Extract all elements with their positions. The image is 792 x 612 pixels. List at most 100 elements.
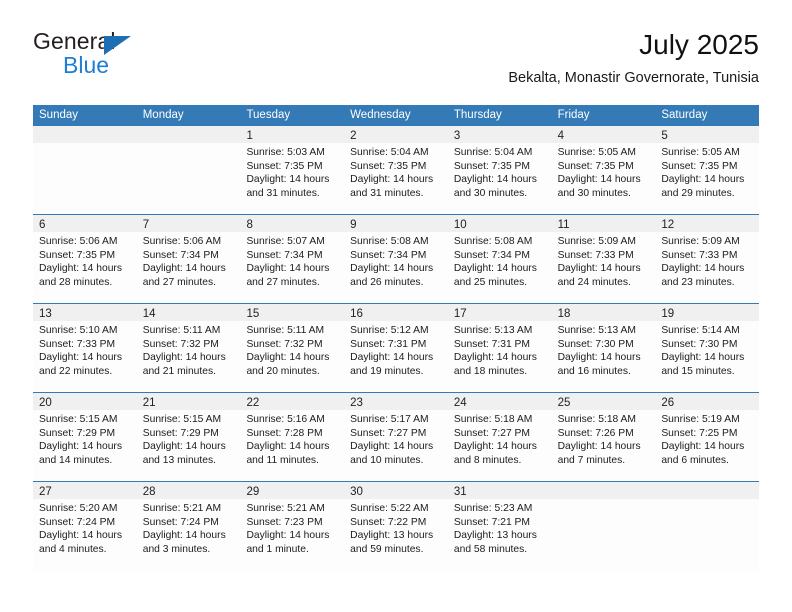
daylight-text-line2: and 15 minutes.	[661, 365, 735, 377]
day-cell[interactable]: 15 Sunrise: 5:11 AM Sunset: 7:32 PM Dayligh…	[240, 304, 345, 392]
day-cell-empty[interactable]	[655, 482, 760, 571]
daylight-text-line1: Daylight: 14 hours	[661, 352, 745, 364]
day-number: 11	[557, 219, 570, 231]
day-cell[interactable]: 26 Sunrise: 5:19 AM Sunset: 7:25 PM Dayligh…	[655, 393, 760, 481]
daylight-text-line2: and 20 minutes.	[246, 365, 320, 377]
day-cell[interactable]: 8 Sunrise: 5:07 AM Sunset: 7:34 PM Daylight…	[240, 215, 345, 303]
day-number: 1	[246, 130, 253, 142]
day-cell-empty[interactable]	[136, 126, 241, 214]
sunset-text: Sunset: 7:34 PM	[142, 249, 219, 261]
day-number: 31	[453, 486, 467, 498]
day-number-band: 10	[447, 215, 552, 232]
day-number: 27	[39, 486, 52, 498]
day-cell[interactable]: 14 Sunrise: 5:11 AM Sunset: 7:32 PM Dayligh…	[136, 304, 241, 392]
day-details: Sunrise: 5:17 AM Sunset: 7:27 PM Daylight:…	[344, 410, 448, 467]
day-number-band: 2	[344, 126, 448, 143]
day-cell[interactable]: 21 Sunrise: 5:15 AM Sunset: 7:29 PM Dayligh…	[136, 393, 241, 481]
day-cell[interactable]: 6 Sunrise: 5:06 AM Sunset: 7:35 PM Daylight…	[33, 215, 137, 303]
daylight-text-line1: Daylight: 14 hours	[557, 263, 641, 275]
daylight-text-line1: Daylight: 13 hours	[453, 530, 537, 542]
day-cell[interactable]: 4 Sunrise: 5:05 AM Sunset: 7:35 PM Daylight…	[551, 126, 656, 214]
day-cell[interactable]: 27 Sunrise: 5:20 AM Sunset: 7:24 PM Dayligh…	[33, 482, 137, 571]
daylight-text-line1: Daylight: 14 hours	[39, 530, 122, 542]
day-details: Sunrise: 5:04 AM Sunset: 7:35 PM Daylight:…	[448, 143, 552, 200]
sunset-text: Sunset: 7:27 PM	[350, 427, 427, 439]
sunset-text: Sunset: 7:35 PM	[557, 160, 634, 172]
calendar-week-row: 6 Sunrise: 5:06 AM Sunset: 7:35 PM Daylight…	[33, 215, 760, 304]
day-cell[interactable]: 9 Sunrise: 5:08 AM Sunset: 7:34 PM Daylight…	[344, 215, 448, 303]
daylight-text-line2: and 18 minutes.	[453, 365, 528, 377]
calendar-week-row: 1 Sunrise: 5:03 AM Sunset: 7:35 PM Daylight…	[33, 126, 760, 215]
day-number: 23	[350, 397, 363, 409]
day-cell[interactable]: 5 Sunrise: 5:05 AM Sunset: 7:35 PM Daylight…	[655, 126, 760, 214]
day-number: 22	[246, 397, 260, 409]
daylight-text-line1: Daylight: 14 hours	[350, 174, 434, 186]
general-blue-logo[interactable]: General Blue	[33, 28, 233, 86]
daylight-text-line2: and 59 minutes.	[350, 543, 424, 555]
day-details: Sunrise: 5:09 AM Sunset: 7:33 PM Daylight:…	[655, 232, 759, 289]
day-number-band: 28	[136, 482, 241, 499]
sunset-text: Sunset: 7:33 PM	[39, 338, 116, 350]
day-cell[interactable]: 19 Sunrise: 5:14 AM Sunset: 7:30 PM Dayligh…	[655, 304, 760, 392]
day-cell[interactable]: 20 Sunrise: 5:15 AM Sunset: 7:29 PM Dayligh…	[33, 393, 137, 481]
day-number-band: 20	[33, 393, 137, 410]
sunset-text: Sunset: 7:34 PM	[246, 249, 323, 261]
day-number: 25	[557, 397, 571, 409]
sunrise-text: Sunrise: 5:08 AM	[350, 236, 429, 247]
sunrise-text: Sunrise: 5:21 AM	[142, 503, 222, 514]
sunset-text: Sunset: 7:35 PM	[246, 160, 323, 172]
day-details	[137, 143, 241, 146]
daylight-text-line2: and 30 minutes.	[453, 187, 528, 199]
day-cell[interactable]: 13 Sunrise: 5:10 AM Sunset: 7:33 PM Dayligh…	[33, 304, 137, 392]
day-details: Sunrise: 5:04 AM Sunset: 7:35 PM Daylight:…	[344, 143, 448, 200]
sunrise-text: Sunrise: 5:05 AM	[557, 147, 637, 158]
day-number-band: 24	[447, 393, 552, 410]
day-cell[interactable]: 30 Sunrise: 5:22 AM Sunset: 7:22 PM Dayligh…	[344, 482, 448, 571]
day-cell[interactable]: 24 Sunrise: 5:18 AM Sunset: 7:27 PM Dayligh…	[447, 393, 552, 481]
day-cell[interactable]: 25 Sunrise: 5:18 AM Sunset: 7:26 PM Dayligh…	[551, 393, 656, 481]
day-details: Sunrise: 5:21 AM Sunset: 7:23 PM Daylight:…	[240, 499, 344, 556]
day-cell[interactable]: 11 Sunrise: 5:09 AM Sunset: 7:33 PM Dayligh…	[551, 215, 656, 303]
day-cell[interactable]: 16 Sunrise: 5:12 AM Sunset: 7:31 PM Dayligh…	[344, 304, 448, 392]
day-number: 14	[142, 308, 156, 320]
sunrise-text: Sunrise: 5:22 AM	[350, 503, 429, 514]
day-cell-empty[interactable]	[33, 126, 137, 214]
day-details: Sunrise: 5:08 AM Sunset: 7:34 PM Daylight:…	[448, 232, 552, 289]
sunrise-text: Sunrise: 5:03 AM	[246, 147, 325, 158]
day-details: Sunrise: 5:15 AM Sunset: 7:29 PM Daylight:…	[33, 410, 137, 467]
daylight-text-line1: Daylight: 14 hours	[142, 263, 226, 275]
sunrise-text: Sunrise: 5:04 AM	[453, 147, 533, 158]
day-cell[interactable]: 23 Sunrise: 5:17 AM Sunset: 7:27 PM Dayligh…	[344, 393, 448, 481]
day-cell[interactable]: 17 Sunrise: 5:13 AM Sunset: 7:31 PM Dayligh…	[447, 304, 552, 392]
daylight-text-line2: and 23 minutes.	[661, 276, 735, 288]
day-number-band: 19	[655, 304, 760, 321]
weekday-header-wednesday: Wednesday	[350, 109, 411, 121]
day-details: Sunrise: 5:10 AM Sunset: 7:33 PM Daylight:…	[33, 321, 137, 378]
day-cell[interactable]: 22 Sunrise: 5:16 AM Sunset: 7:28 PM Dayligh…	[240, 393, 345, 481]
day-number: 9	[350, 219, 357, 231]
day-cell[interactable]: 10 Sunrise: 5:08 AM Sunset: 7:34 PM Dayligh…	[447, 215, 552, 303]
daylight-text-line1: Daylight: 14 hours	[39, 352, 122, 364]
day-number-band: 22	[240, 393, 345, 410]
day-number-band: 31	[447, 482, 552, 499]
day-cell[interactable]: 7 Sunrise: 5:06 AM Sunset: 7:34 PM Daylight…	[136, 215, 241, 303]
daylight-text-line2: and 27 minutes.	[142, 276, 216, 288]
daylight-text-line1: Daylight: 14 hours	[142, 441, 226, 453]
daylight-text-line1: Daylight: 14 hours	[246, 174, 330, 186]
daylight-text-line1: Daylight: 14 hours	[661, 174, 745, 186]
day-cell[interactable]: 3 Sunrise: 5:04 AM Sunset: 7:35 PM Daylight…	[447, 126, 552, 214]
day-number-band: 18	[551, 304, 656, 321]
day-cell[interactable]: 2 Sunrise: 5:04 AM Sunset: 7:35 PM Daylight…	[344, 126, 448, 214]
weekday-header-saturday: Saturday	[661, 109, 708, 121]
day-cell[interactable]: 29 Sunrise: 5:21 AM Sunset: 7:23 PM Dayligh…	[240, 482, 345, 571]
day-cell[interactable]: 31 Sunrise: 5:23 AM Sunset: 7:21 PM Dayligh…	[447, 482, 552, 571]
sunrise-text: Sunrise: 5:12 AM	[350, 325, 429, 336]
day-cell[interactable]: 12 Sunrise: 5:09 AM Sunset: 7:33 PM Dayligh…	[655, 215, 760, 303]
day-cell[interactable]: 18 Sunrise: 5:13 AM Sunset: 7:30 PM Dayligh…	[551, 304, 656, 392]
day-number: 30	[350, 486, 363, 498]
day-cell[interactable]: 1 Sunrise: 5:03 AM Sunset: 7:35 PM Daylight…	[240, 126, 345, 214]
sunset-text: Sunset: 7:30 PM	[557, 338, 634, 350]
day-cell[interactable]: 28 Sunrise: 5:21 AM Sunset: 7:24 PM Dayligh…	[136, 482, 241, 571]
day-number: 18	[557, 308, 571, 320]
day-cell-empty[interactable]	[551, 482, 656, 571]
